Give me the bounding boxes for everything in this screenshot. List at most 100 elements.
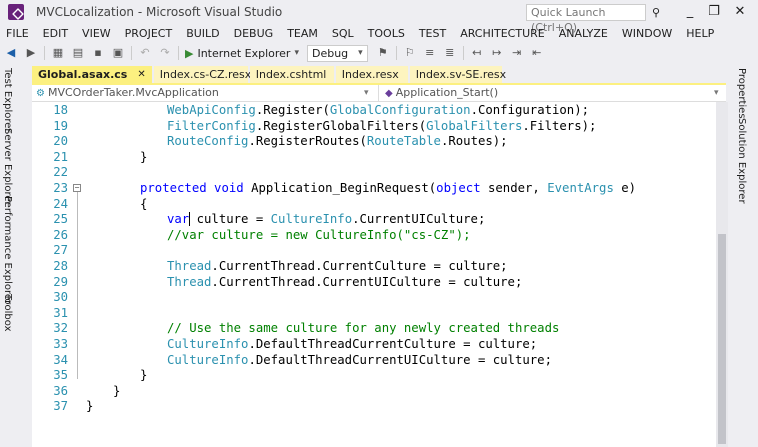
play-icon: ▶ bbox=[185, 46, 194, 60]
menu-sql[interactable]: SQL bbox=[332, 27, 354, 40]
attach-icon[interactable]: ⚑ bbox=[376, 46, 390, 60]
bookmark-icon[interactable]: ⚐ bbox=[403, 46, 417, 60]
code-line[interactable]: 28 Thread.CurrentThread.CurrentCulture = … bbox=[32, 258, 716, 274]
menu-team[interactable]: TEAM bbox=[287, 27, 318, 40]
code-line[interactable]: 26 //var culture = new CultureInfo("cs-CZ… bbox=[32, 227, 716, 243]
code-line[interactable]: 19 FilterConfig.RegisterGlobalFilters(Glo… bbox=[32, 118, 716, 134]
code-line[interactable]: 37} bbox=[32, 398, 716, 414]
menu-window[interactable]: WINDOW bbox=[622, 27, 672, 40]
member-dropdown[interactable]: ◆ Application_Start() bbox=[378, 85, 708, 101]
menu-project[interactable]: PROJECT bbox=[125, 27, 173, 40]
code-line[interactable]: 18 WebApiConfig.Register(GlobalConfigurat… bbox=[32, 102, 716, 118]
code-line[interactable]: 32 // Use the same culture for any newly … bbox=[32, 320, 716, 336]
start-debugging-button[interactable]: ▶ Internet Explorer ▾ bbox=[185, 47, 299, 60]
menu-edit[interactable]: EDIT bbox=[43, 27, 68, 40]
line-number: 37 bbox=[53, 399, 68, 414]
code-line[interactable]: 36} bbox=[32, 383, 716, 399]
navigate-forward-icon[interactable]: ↦ bbox=[490, 46, 504, 60]
code-token: .RegisterGlobalFilters( bbox=[255, 118, 427, 133]
properties-tab[interactable]: Properties bbox=[736, 68, 747, 119]
back-icon[interactable]: ◀ bbox=[4, 46, 18, 60]
navigate-backward-icon[interactable]: ↤ bbox=[470, 46, 484, 60]
forward-icon[interactable]: ▶ bbox=[24, 46, 38, 60]
tab-index-sv-se-resx[interactable]: Index.sv-SE.resx bbox=[409, 66, 506, 83]
code-token: Thread bbox=[167, 274, 212, 289]
search-icon[interactable]: ⚲ bbox=[648, 4, 664, 21]
code-text: protected void Application_BeginRequest(… bbox=[140, 180, 636, 196]
save-all-icon[interactable]: ▣ bbox=[111, 46, 125, 60]
server-explorer-tab[interactable]: Server Explorer bbox=[2, 128, 13, 206]
code-line[interactable]: 27 bbox=[32, 242, 716, 258]
chevron-down-icon[interactable]: ▾ bbox=[714, 85, 719, 101]
save-icon[interactable]: ▪ bbox=[91, 46, 105, 60]
code-editor[interactable]: 18 WebApiConfig.Register(GlobalConfigurat… bbox=[32, 102, 716, 447]
code-line[interactable]: 31 bbox=[32, 305, 716, 321]
code-line[interactable]: 21} bbox=[32, 149, 716, 165]
configuration-dropdown[interactable]: Debug ▾ bbox=[306, 44, 368, 62]
minimize-button[interactable]: _ bbox=[680, 3, 700, 21]
code-text: } bbox=[140, 149, 147, 165]
menu-tools[interactable]: TOOLS bbox=[368, 27, 405, 40]
code-text: // Use the same culture for any newly cr… bbox=[167, 320, 559, 336]
code-line[interactable]: 35} bbox=[32, 367, 716, 383]
code-line[interactable]: 22 bbox=[32, 164, 716, 180]
tab-global-asax-cs[interactable]: Global.asax.cs ✕ bbox=[32, 66, 152, 83]
menu-build[interactable]: BUILD bbox=[186, 27, 219, 40]
code-line[interactable]: 23− protected void Application_BeginReque… bbox=[32, 180, 716, 196]
toolbar-separator bbox=[44, 46, 45, 60]
line-number: 34 bbox=[53, 352, 68, 367]
tab-label: Global.asax.cs bbox=[38, 68, 128, 81]
close-icon[interactable]: ✕ bbox=[137, 66, 145, 83]
menu-test[interactable]: TEST bbox=[419, 27, 446, 40]
line-number: 36 bbox=[53, 383, 68, 398]
code-line[interactable]: 29 Thread.CurrentThread.CurrentUICulture … bbox=[32, 274, 716, 290]
test-explorer-tab[interactable]: Test Explorer bbox=[2, 68, 13, 133]
toolbar-separator bbox=[131, 46, 132, 60]
restore-button[interactable]: ❐ bbox=[704, 3, 724, 21]
code-text: CultureInfo.DefaultThreadCurrentCulture … bbox=[167, 336, 537, 352]
menu-debug[interactable]: DEBUG bbox=[234, 27, 274, 40]
code-token: GlobalFilters bbox=[426, 118, 523, 133]
quick-launch-input[interactable]: Quick Launch (Ctrl+Q) bbox=[526, 4, 646, 34]
uncomment-icon[interactable]: ≣ bbox=[443, 46, 457, 60]
undo-icon[interactable]: ↶ bbox=[138, 46, 152, 60]
menu-view[interactable]: VIEW bbox=[82, 27, 111, 40]
chevron-down-icon[interactable]: ▾ bbox=[364, 85, 369, 101]
code-line[interactable]: 34 CultureInfo.DefaultThreadCurrentUICult… bbox=[32, 352, 716, 368]
menu-file[interactable]: FILE bbox=[6, 27, 29, 40]
code-line[interactable]: 33 CultureInfo.DefaultThreadCurrentCultur… bbox=[32, 336, 716, 352]
redo-icon[interactable]: ↷ bbox=[158, 46, 172, 60]
code-token: WebApiConfig bbox=[167, 103, 256, 117]
code-token: .CurrentThread.CurrentCulture = culture; bbox=[211, 259, 508, 273]
close-button[interactable]: ✕ bbox=[730, 3, 750, 21]
new-project-icon[interactable]: ▦ bbox=[51, 46, 65, 60]
code-line[interactable]: 24 { bbox=[32, 196, 716, 212]
menu-help[interactable]: HELP bbox=[686, 27, 714, 40]
menu-analyze[interactable]: ANALYZE bbox=[559, 27, 608, 40]
code-line[interactable]: 20 RouteConfig.RegisterRoutes(RouteTable.… bbox=[32, 133, 716, 149]
code-line[interactable]: 30 bbox=[32, 289, 716, 305]
outdent-icon[interactable]: ⇤ bbox=[530, 46, 544, 60]
open-file-icon[interactable]: ▤ bbox=[71, 46, 85, 60]
code-token: FilterConfig bbox=[167, 118, 256, 133]
comment-icon[interactable]: ≡ bbox=[423, 46, 437, 60]
code-token: .Routes); bbox=[440, 134, 508, 149]
toolbox-tab[interactable]: Toolbox bbox=[2, 294, 13, 332]
tab-index-resx[interactable]: Index.resx bbox=[335, 66, 408, 83]
member-label: Application_Start() bbox=[395, 86, 499, 99]
scrollbar-thumb[interactable] bbox=[718, 234, 726, 444]
tab-index-cshtml[interactable]: Index.cshtml bbox=[249, 66, 334, 83]
code-token: .DefaultThreadCurrentCulture = culture; bbox=[248, 337, 538, 351]
solution-explorer-tab[interactable]: Solution Explorer bbox=[736, 118, 747, 204]
tab-index-cs-cz-resx[interactable]: Index.cs-CZ.resx bbox=[153, 66, 251, 83]
collapse-icon[interactable]: − bbox=[73, 184, 81, 192]
class-dropdown[interactable]: ⚙ MVCOrderTaker.MvcApplication bbox=[32, 85, 376, 101]
indent-icon[interactable]: ⇥ bbox=[510, 46, 524, 60]
performance-explorer-tab[interactable]: Performance Explorer bbox=[2, 196, 13, 304]
menu-architecture[interactable]: ARCHITECTURE bbox=[460, 27, 545, 40]
code-token: void bbox=[214, 181, 244, 195]
code-token: sender, bbox=[480, 181, 548, 195]
code-line[interactable]: 25 var culture = CultureInfo.CurrentUICul… bbox=[32, 211, 716, 227]
vertical-scrollbar[interactable] bbox=[716, 102, 728, 447]
